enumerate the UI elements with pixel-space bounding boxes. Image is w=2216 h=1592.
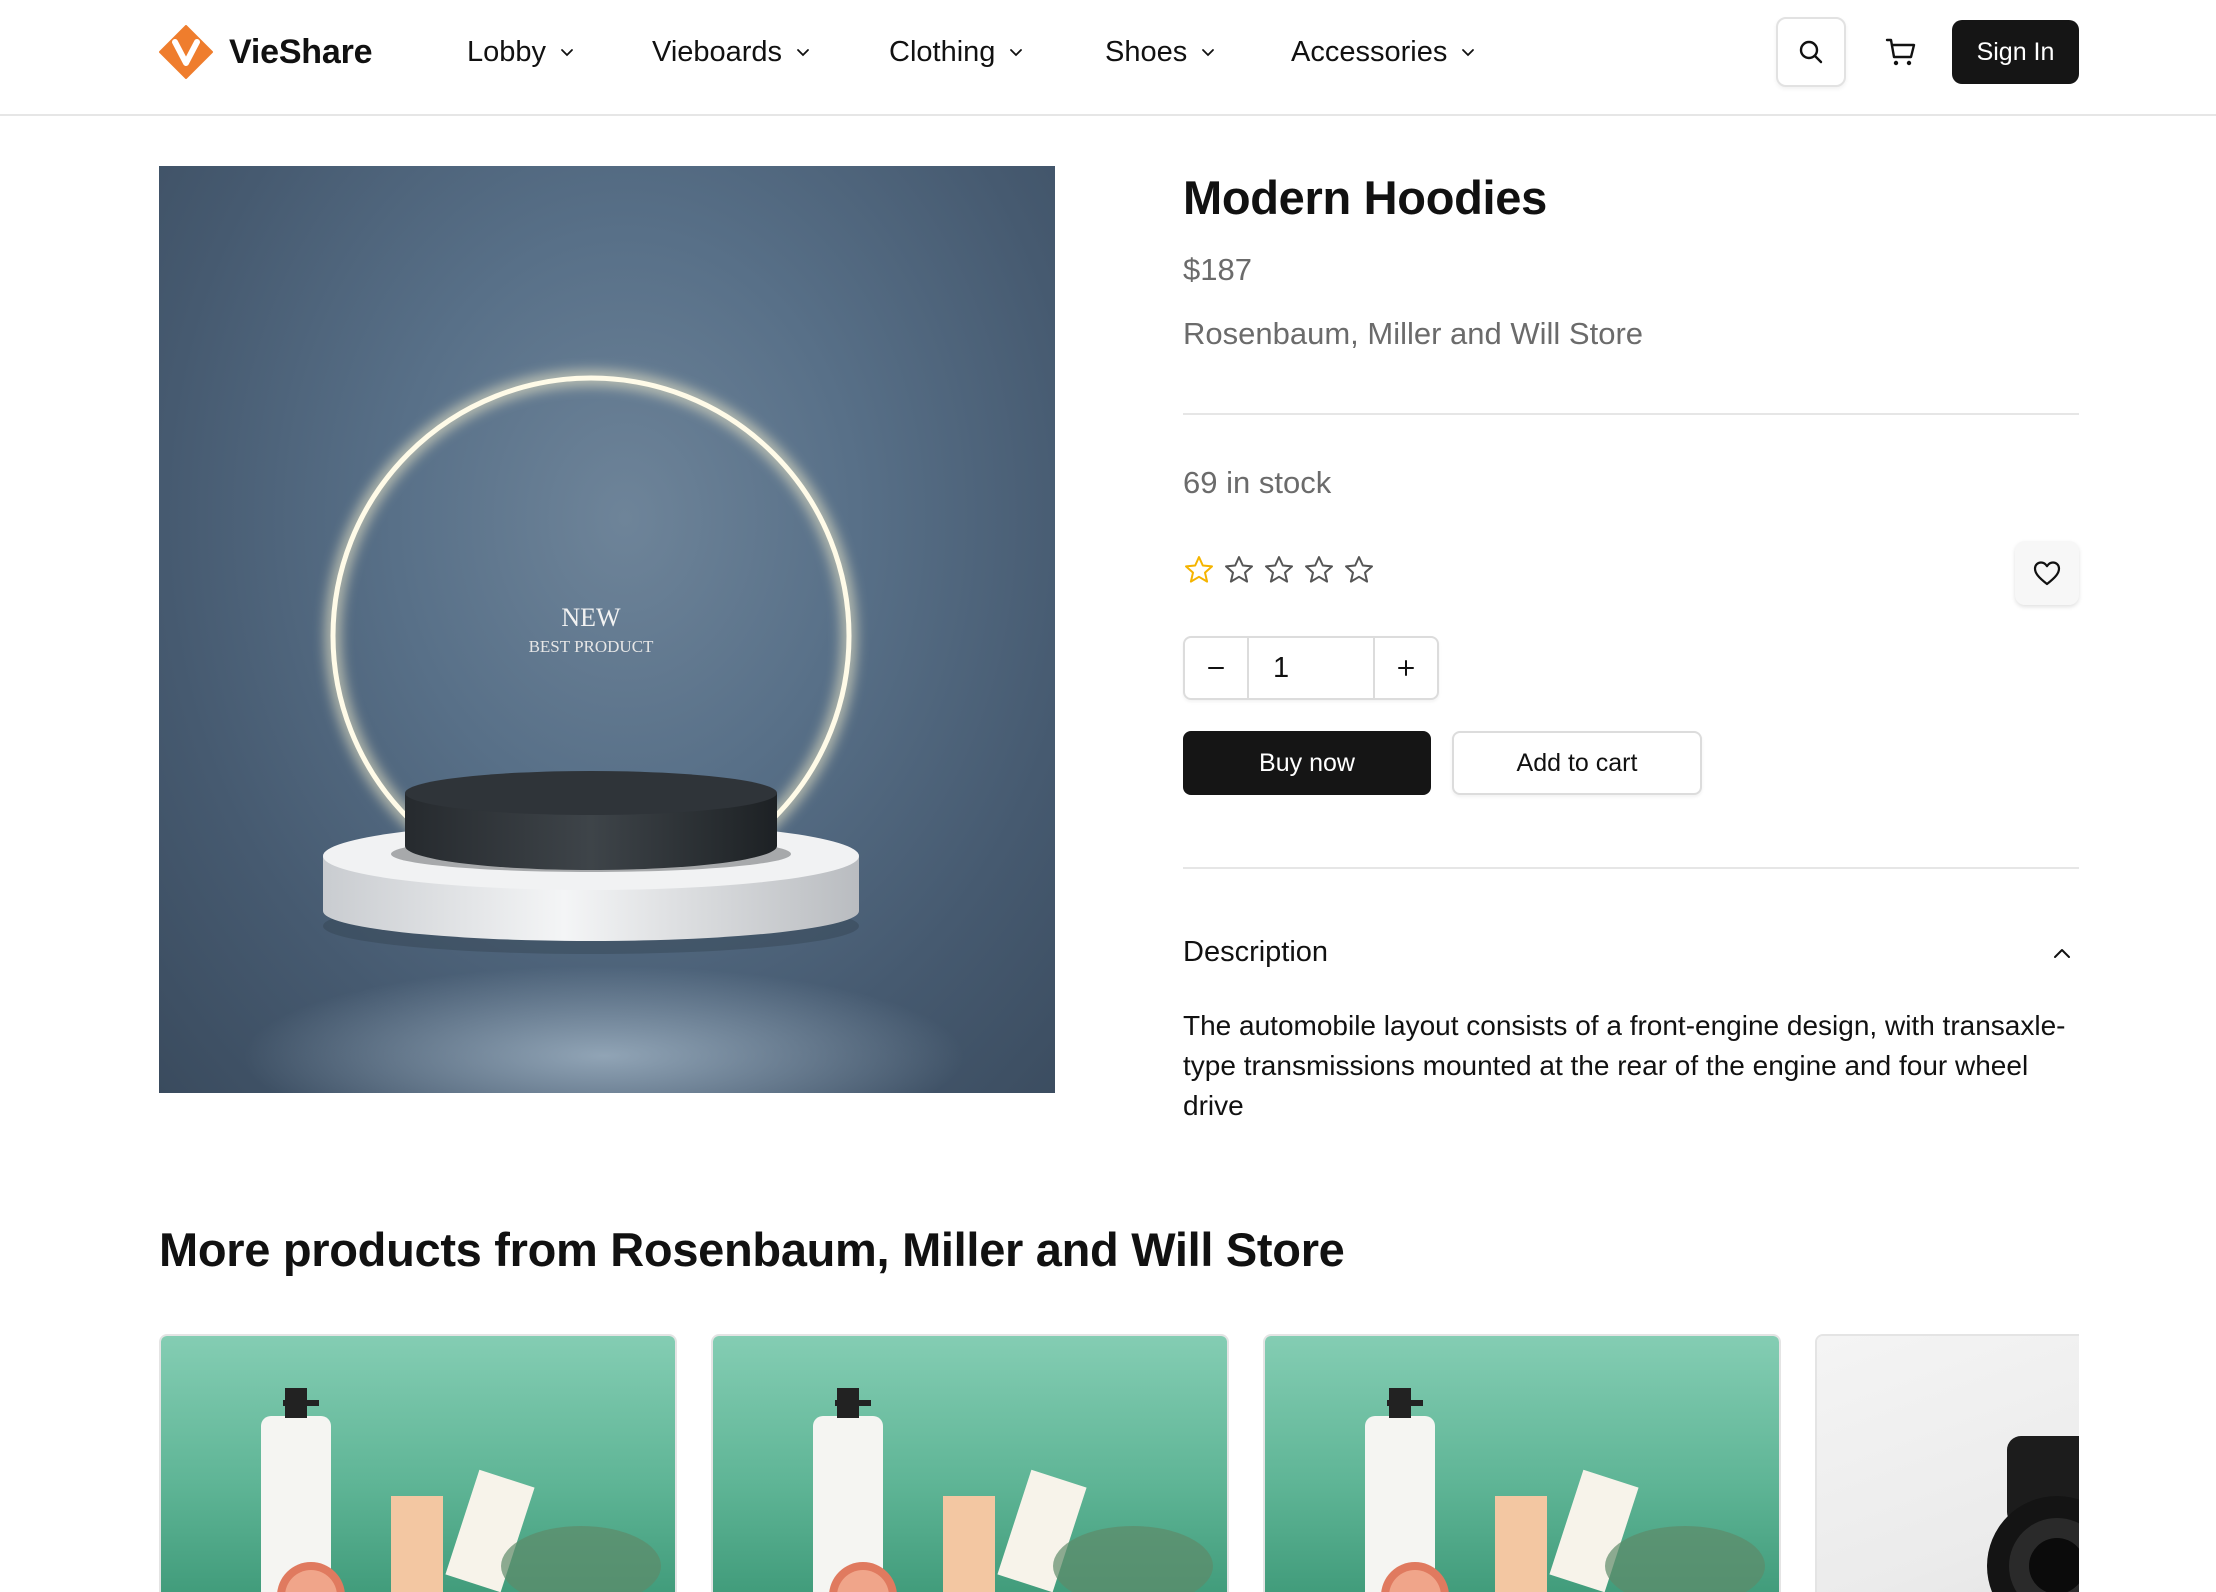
- buy-now-button[interactable]: Buy now: [1183, 731, 1431, 795]
- increment-button[interactable]: [1375, 638, 1437, 698]
- nav-label: Clothing: [889, 35, 996, 68]
- nav-item-vieboards[interactable]: Vieboards: [652, 30, 812, 74]
- brand-logo[interactable]: VieShare: [159, 25, 373, 79]
- site-header: VieShare Lobby Vieboards Clothing Shoes …: [0, 0, 2216, 116]
- product-card[interactable]: [1815, 1334, 2079, 1592]
- nav-label: Shoes: [1105, 35, 1188, 68]
- add-to-cart-button[interactable]: Add to cart: [1452, 731, 1702, 795]
- description-heading[interactable]: Description: [1183, 936, 1328, 969]
- product-card[interactable]: [159, 1334, 677, 1592]
- image-headline: NEW: [561, 603, 621, 632]
- star-rating[interactable]: [1183, 554, 1383, 586]
- star-filled-icon[interactable]: [1183, 554, 1215, 586]
- description-text: The automobile layout consists of a fron…: [1183, 1010, 2066, 1121]
- chevron-down-icon: [1462, 49, 1475, 57]
- product-carousel: [159, 1334, 2079, 1592]
- divider: [1183, 867, 2079, 869]
- camera-image: [1817, 1336, 2079, 1592]
- store-link[interactable]: Rosenbaum, Miller and Will Store: [1183, 316, 1643, 352]
- nav-item-accessories[interactable]: Accessories: [1291, 30, 1477, 74]
- star-empty-icon[interactable]: [1303, 554, 1335, 586]
- add-to-wishlist-button[interactable]: [2015, 541, 2079, 605]
- star-empty-icon[interactable]: [1223, 554, 1255, 586]
- product-image: NEW BEST PRODUCT: [159, 166, 1055, 1093]
- podium-illustration: NEW BEST PRODUCT: [244, 370, 964, 1093]
- skincare-products-image: [713, 1336, 1227, 1592]
- cart-icon: [1885, 38, 1916, 66]
- search-icon: [1799, 40, 1823, 64]
- logo-icon: [159, 25, 213, 79]
- chevron-down-icon: [1010, 49, 1023, 57]
- stock-status: 69 in stock: [1183, 465, 1332, 500]
- search-button[interactable]: [1776, 17, 1846, 87]
- brand-name: VieShare: [229, 32, 373, 71]
- skincare-products-image: [1265, 1336, 1779, 1592]
- nav-label: Lobby: [467, 35, 547, 68]
- plus-icon: [1398, 660, 1414, 676]
- quantity-input[interactable]: 1: [1247, 638, 1375, 698]
- nav-item-lobby[interactable]: Lobby: [467, 30, 576, 74]
- cart-button[interactable]: [1866, 17, 1936, 87]
- skincare-products-image: [161, 1336, 675, 1592]
- divider: [1183, 413, 2079, 415]
- star-empty-icon[interactable]: [1263, 554, 1295, 586]
- heart-icon: [2033, 561, 2061, 586]
- product-title: Modern Hoodies: [1183, 171, 1547, 224]
- minus-icon: [1208, 667, 1224, 669]
- quantity-stepper: 1: [1183, 636, 1439, 700]
- nav-label: Vieboards: [652, 35, 783, 68]
- sign-in-button[interactable]: Sign In: [1952, 20, 2079, 84]
- chevron-up-icon[interactable]: [2048, 940, 2076, 968]
- nav-item-shoes[interactable]: Shoes: [1105, 30, 1217, 74]
- chevron-down-icon: [797, 49, 809, 57]
- nav-label: Accessories: [1291, 35, 1448, 68]
- product-card[interactable]: [1263, 1334, 1781, 1592]
- nav-item-clothing[interactable]: Clothing: [889, 30, 1025, 74]
- image-subline: BEST PRODUCT: [529, 637, 654, 656]
- product-card[interactable]: [711, 1334, 1229, 1592]
- chevron-down-icon: [1202, 49, 1215, 57]
- product-price: $187: [1183, 252, 1252, 287]
- chevron-down-icon: [561, 49, 573, 57]
- star-empty-icon[interactable]: [1343, 554, 1375, 586]
- decrement-button[interactable]: [1185, 638, 1247, 698]
- more-products-heading: More products from Rosenbaum, Miller and…: [159, 1223, 1345, 1276]
